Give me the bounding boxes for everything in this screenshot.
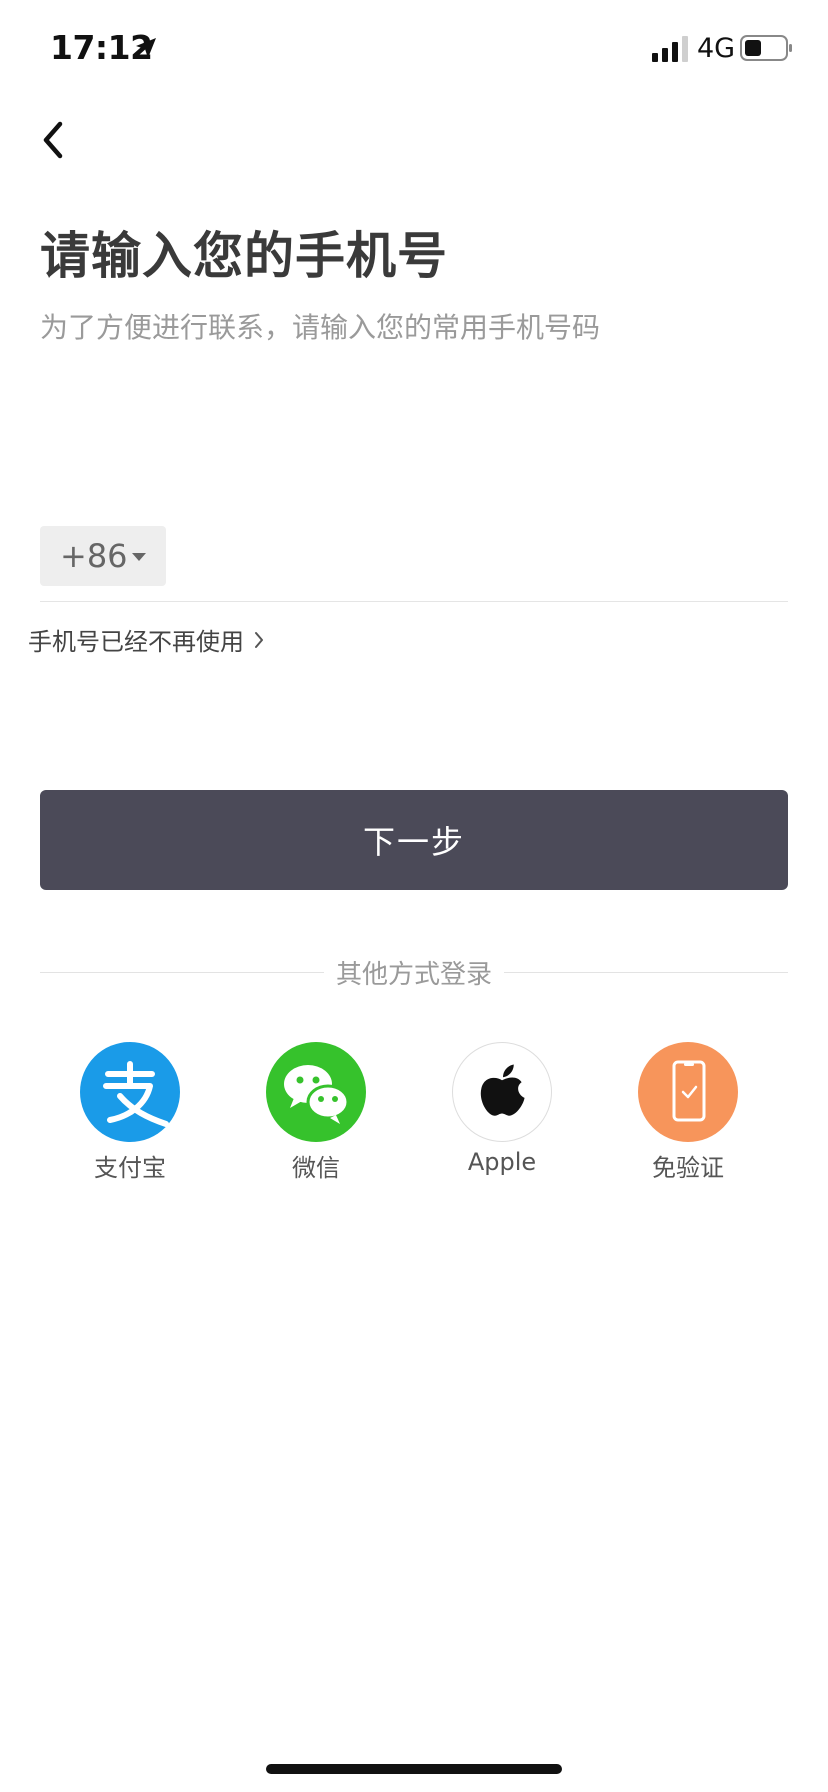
other-login-divider: 其他方式登录 — [40, 952, 789, 992]
other-login-label: 其他方式登录 — [336, 959, 493, 990]
phone-check-icon — [638, 1042, 738, 1142]
page-subtitle: 为了方便进行联系，请输入您的常用手机号码 — [40, 311, 601, 344]
no-verification-label: 免验证 — [652, 1154, 724, 1182]
phone-unused-link[interactable]: 手机号已经不再使用 — [28, 622, 266, 657]
phone-unused-label: 手机号已经不再使用 — [28, 628, 244, 656]
login-option-alipay[interactable]: 支付宝 — [60, 1042, 200, 1182]
alipay-label: 支付宝 — [94, 1154, 166, 1182]
input-underline — [40, 601, 788, 602]
apple-icon — [452, 1042, 552, 1142]
country-code-value: +86 — [60, 537, 128, 575]
login-option-apple[interactable]: Apple — [432, 1042, 572, 1182]
chevron-right-icon — [255, 631, 263, 648]
location-arrow-icon — [136, 38, 156, 58]
battery-icon — [740, 35, 792, 61]
apple-label: Apple — [467, 1148, 537, 1176]
login-option-no-verification[interactable]: 免验证 — [618, 1042, 758, 1182]
divider-line-right — [504, 971, 789, 973]
next-button[interactable]: 下一步 — [40, 790, 788, 890]
country-code-selector[interactable]: +86 — [40, 526, 166, 586]
divider-line-left — [40, 971, 324, 973]
signal-icon — [652, 36, 688, 62]
login-option-wechat[interactable]: 微信 — [246, 1042, 386, 1182]
phone-number-input[interactable] — [180, 526, 788, 586]
alipay-icon — [80, 1042, 180, 1142]
chevron-left-icon — [43, 121, 63, 159]
page-title: 请输入您的手机号 — [40, 227, 448, 285]
caret-down-icon — [132, 553, 146, 561]
back-button[interactable] — [28, 112, 80, 168]
status-bar: 17:12 4G — [0, 0, 828, 100]
wechat-icon — [266, 1042, 366, 1142]
home-indicator — [266, 1764, 562, 1774]
login-phone-page: 17:12 4G 请输入您的手机号 为了方便进行联系，请输入您的常用手机号码 +… — [0, 0, 828, 1792]
wechat-label: 微信 — [292, 1154, 340, 1182]
network-label: 4G — [697, 33, 736, 64]
next-button-label: 下一步 — [362, 824, 465, 860]
